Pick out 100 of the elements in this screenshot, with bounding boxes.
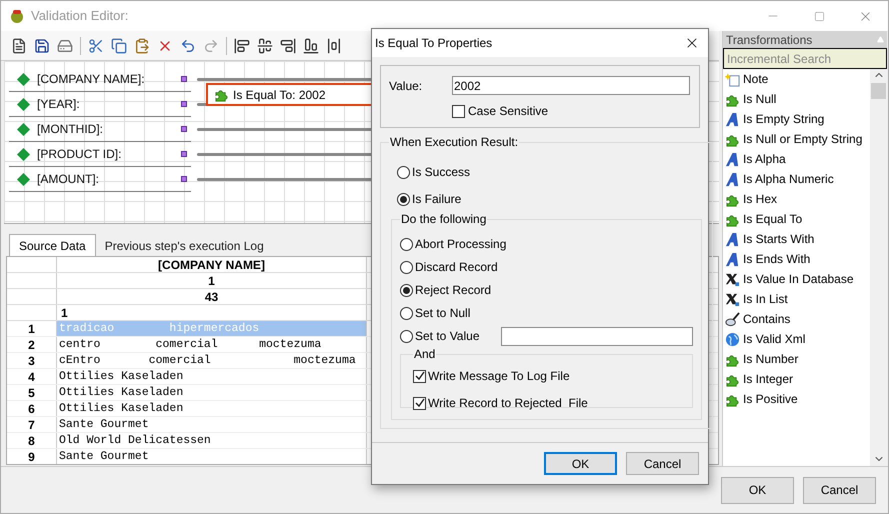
checkbox[interactable] [452, 104, 465, 118]
table-cell[interactable]: Ottilies Kaseladen [57, 401, 367, 416]
table-cell[interactable]: centro comercial moctezuma [57, 337, 367, 352]
letter-a-icon [725, 232, 740, 246]
transformation-item[interactable]: Is Null or Empty String [723, 129, 870, 149]
app-icon [9, 8, 25, 24]
value-field[interactable]: 2002 [452, 76, 690, 95]
field-label: [MONTHID]: [37, 121, 103, 138]
diamond-icon [17, 172, 30, 186]
row-number: 7 [7, 417, 57, 432]
tab[interactable]: Source Data [9, 234, 96, 256]
copy-icon[interactable] [111, 38, 127, 54]
save-icon[interactable] [34, 38, 50, 54]
checkbox[interactable] [413, 370, 426, 382]
transformation-item[interactable]: Is Integer [723, 369, 870, 389]
align-center-icon[interactable] [257, 38, 273, 54]
note-icon [725, 72, 740, 86]
transformation-item[interactable]: Is Starts With [723, 229, 870, 249]
search-field[interactable]: Incremental Search [723, 48, 887, 69]
transformation-item[interactable]: Is Alpha Numeric [723, 169, 870, 189]
distribute-icon[interactable] [326, 38, 342, 54]
letter-a-icon [725, 152, 740, 166]
cut-icon[interactable] [88, 38, 104, 54]
diamond-icon [17, 122, 30, 136]
scrollbar[interactable] [870, 69, 887, 467]
column-header: 43 [57, 289, 367, 304]
field-node[interactable]: [MONTHID]: [9, 117, 191, 142]
transformation-item[interactable]: Is Equal To [723, 209, 870, 229]
drive-icon[interactable] [57, 38, 73, 54]
field-node[interactable]: [PRODUCT ID]: [9, 142, 191, 167]
group-title: When Execution Result: [389, 134, 520, 151]
field-label: Value: [389, 78, 424, 94]
radio-button[interactable] [397, 166, 410, 178]
radio-label: Discard Record [415, 259, 498, 276]
radio-button[interactable] [400, 330, 413, 342]
table-cell[interactable]: Old World Delicatessen [57, 433, 367, 448]
transformation-item[interactable]: Is Alpha [723, 149, 870, 169]
transformation-item[interactable]: Note [723, 69, 870, 89]
radio-button[interactable] [397, 192, 410, 206]
align-right-icon[interactable] [280, 38, 296, 54]
transformation-item[interactable]: Is Null [723, 89, 870, 109]
radio-button[interactable] [400, 284, 413, 296]
port-icon[interactable] [181, 76, 187, 82]
column-header: 1 [57, 273, 367, 288]
radio-button[interactable] [400, 260, 413, 274]
transformation-item[interactable]: Is Value In Database [723, 269, 870, 289]
dialog-button[interactable]: OK [544, 452, 617, 475]
port-icon[interactable] [181, 126, 187, 132]
transformation-item[interactable]: Is Number [723, 349, 870, 369]
dialog-button[interactable]: Cancel [626, 452, 699, 475]
checkbox[interactable] [413, 396, 426, 410]
window-title: Validation Editor: [31, 7, 128, 26]
table-cell[interactable]: Ottilies Kaseladen [57, 369, 367, 384]
row-number: 6 [7, 401, 57, 416]
row-number: 2 [7, 337, 57, 352]
group-title: And [413, 346, 436, 363]
field-node[interactable]: [COMPANY NAME]: [9, 67, 191, 92]
magnifier-icon [725, 312, 740, 326]
transformation-item[interactable]: Is Hex [723, 189, 870, 209]
radio-button[interactable] [400, 306, 413, 320]
diamond-icon [17, 148, 30, 160]
diamond-icon [17, 98, 30, 110]
radio-label: Abort Processing [415, 236, 506, 253]
field-node[interactable]: [AMOUNT]: [9, 167, 191, 192]
transformation-item[interactable]: Is Empty String [723, 109, 870, 129]
table-cell[interactable]: cEntro comercial moctezuma [57, 353, 367, 368]
port-icon[interactable] [181, 101, 187, 107]
globe-icon [725, 332, 740, 346]
footer-button[interactable]: Cancel [803, 476, 876, 504]
table-cell[interactable]: Sante Gourmet [57, 449, 367, 464]
undo-icon[interactable] [180, 38, 196, 54]
align-bottom-icon[interactable] [303, 38, 319, 54]
paste-icon[interactable] [134, 38, 150, 54]
tab[interactable]: Previous step's execution Log [96, 236, 273, 256]
row-number: 3 [7, 353, 57, 368]
port-icon[interactable] [181, 176, 187, 182]
properties-icon[interactable] [11, 38, 27, 54]
transformation-item[interactable]: Is Ends With [723, 249, 870, 269]
radio-label: Is Success [412, 164, 470, 181]
radio-label: Is Failure [412, 191, 462, 208]
table-cell[interactable]: Ottilies Kaseladen [57, 385, 367, 400]
field-label: [AMOUNT]: [37, 171, 99, 188]
table-cell[interactable]: Sante Gourmet [57, 417, 367, 432]
scroll-thumb[interactable] [871, 83, 886, 99]
field-node[interactable]: [YEAR]: [9, 92, 191, 117]
footer-button[interactable]: OK [721, 476, 794, 504]
row-number: 5 [7, 385, 57, 400]
align-left-icon[interactable] [234, 38, 250, 54]
value-field[interactable] [501, 326, 693, 346]
radio-button[interactable] [400, 238, 413, 250]
rule-label: Is Equal To: 2002 [233, 86, 326, 104]
transformation-item[interactable]: Contains [723, 309, 870, 329]
panel-title: Transformations [726, 32, 812, 48]
transformation-item[interactable]: Is Positive [723, 389, 870, 409]
transformation-item[interactable]: Is Valid Xml [723, 329, 870, 349]
transformation-item[interactable]: Is In List [723, 289, 870, 309]
group-title: Do the following [400, 211, 488, 228]
checkbox-label: Write Record to Rejected File [428, 395, 588, 412]
port-icon[interactable] [181, 151, 187, 157]
x-letter-icon [725, 292, 740, 306]
